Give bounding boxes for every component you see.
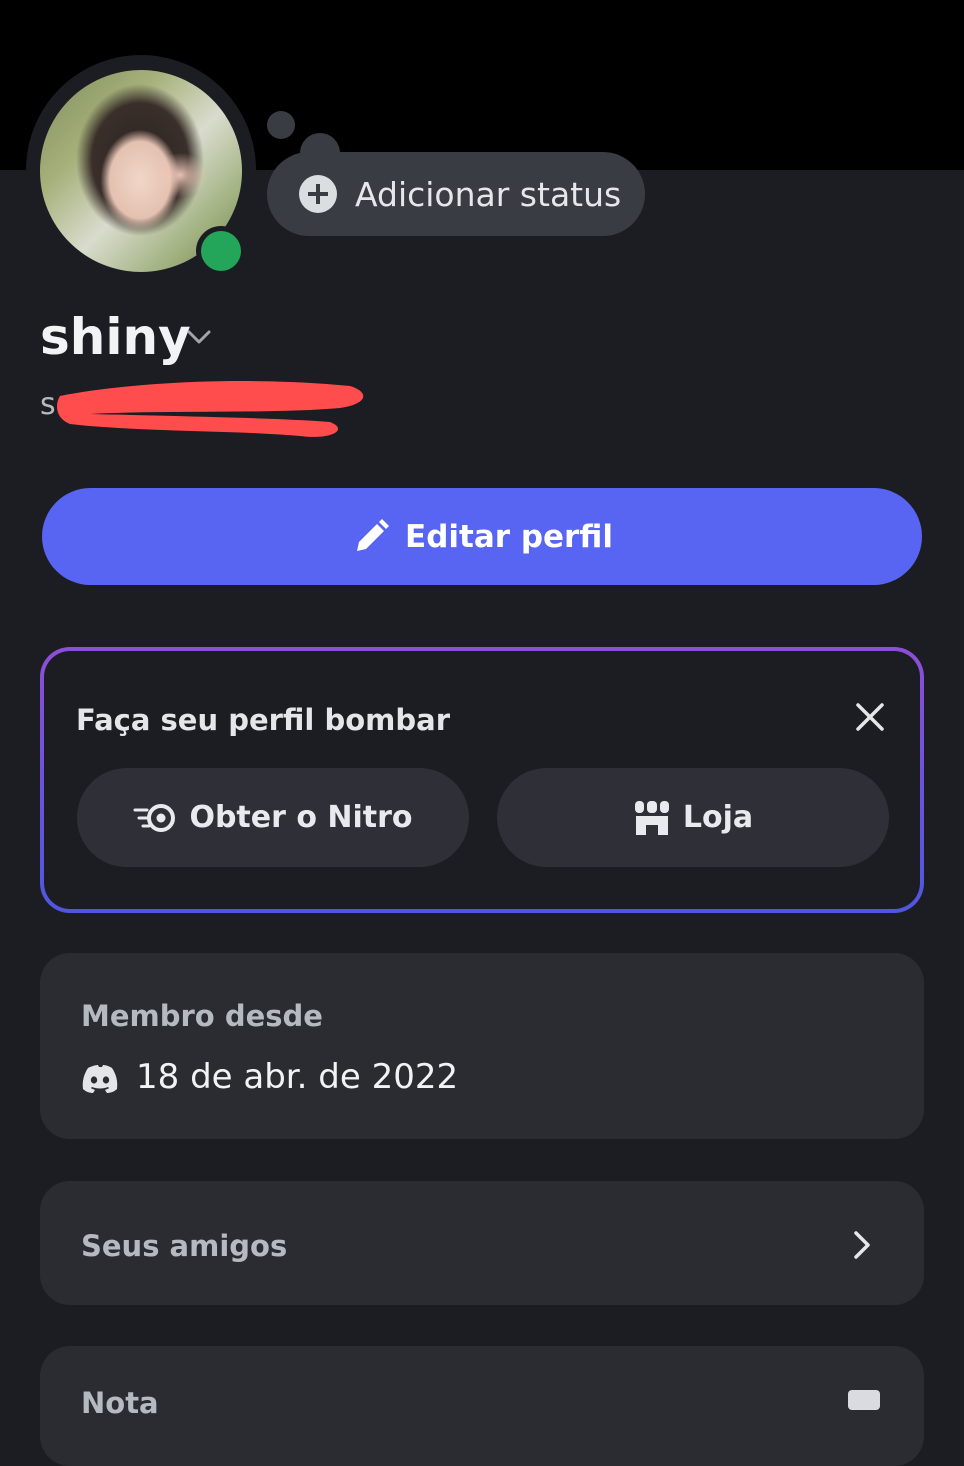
- promo-title: Faça seu perfil bombar: [76, 703, 450, 737]
- member-since-card: Membro desde 18 de abr. de 2022: [40, 953, 924, 1139]
- pencil-icon: [357, 518, 390, 551]
- add-status-button[interactable]: Adicionar status: [267, 152, 645, 236]
- shop-icon: [634, 800, 669, 835]
- get-nitro-button[interactable]: Obter o Nitro: [77, 768, 469, 867]
- plus-icon: [299, 175, 337, 213]
- username: shiny: [40, 308, 191, 366]
- note-card[interactable]: Nota: [40, 1346, 924, 1466]
- get-nitro-label: Obter o Nitro: [189, 800, 413, 835]
- shop-label: Loja: [682, 800, 754, 835]
- presence-indicator: [201, 231, 241, 271]
- note-label: Nota: [81, 1386, 159, 1420]
- close-icon[interactable]: [850, 697, 890, 737]
- note-icon[interactable]: [848, 1390, 880, 1410]
- thought-bubble-small: [267, 111, 295, 139]
- friends-label: Seus amigos: [81, 1229, 288, 1263]
- chevron-down-icon[interactable]: [184, 322, 214, 352]
- member-since-label: Membro desde: [81, 999, 323, 1033]
- friends-row[interactable]: Seus amigos: [40, 1181, 924, 1305]
- redaction-scribble: [57, 381, 364, 437]
- chevron-right-icon: [854, 1231, 870, 1259]
- nitro-icon: [133, 803, 176, 832]
- discord-icon: [82, 1065, 118, 1093]
- shop-button[interactable]: Loja: [497, 768, 889, 867]
- edit-profile-button[interactable]: Editar perfil: [42, 488, 922, 585]
- add-status-label: Adicionar status: [355, 174, 622, 214]
- member-since-date: 18 de abr. de 2022: [136, 1057, 459, 1097]
- edit-profile-label: Editar perfil: [405, 518, 613, 555]
- profile-boost-card: Faça seu perfil bombar Obter o Nitro Loj…: [40, 647, 924, 913]
